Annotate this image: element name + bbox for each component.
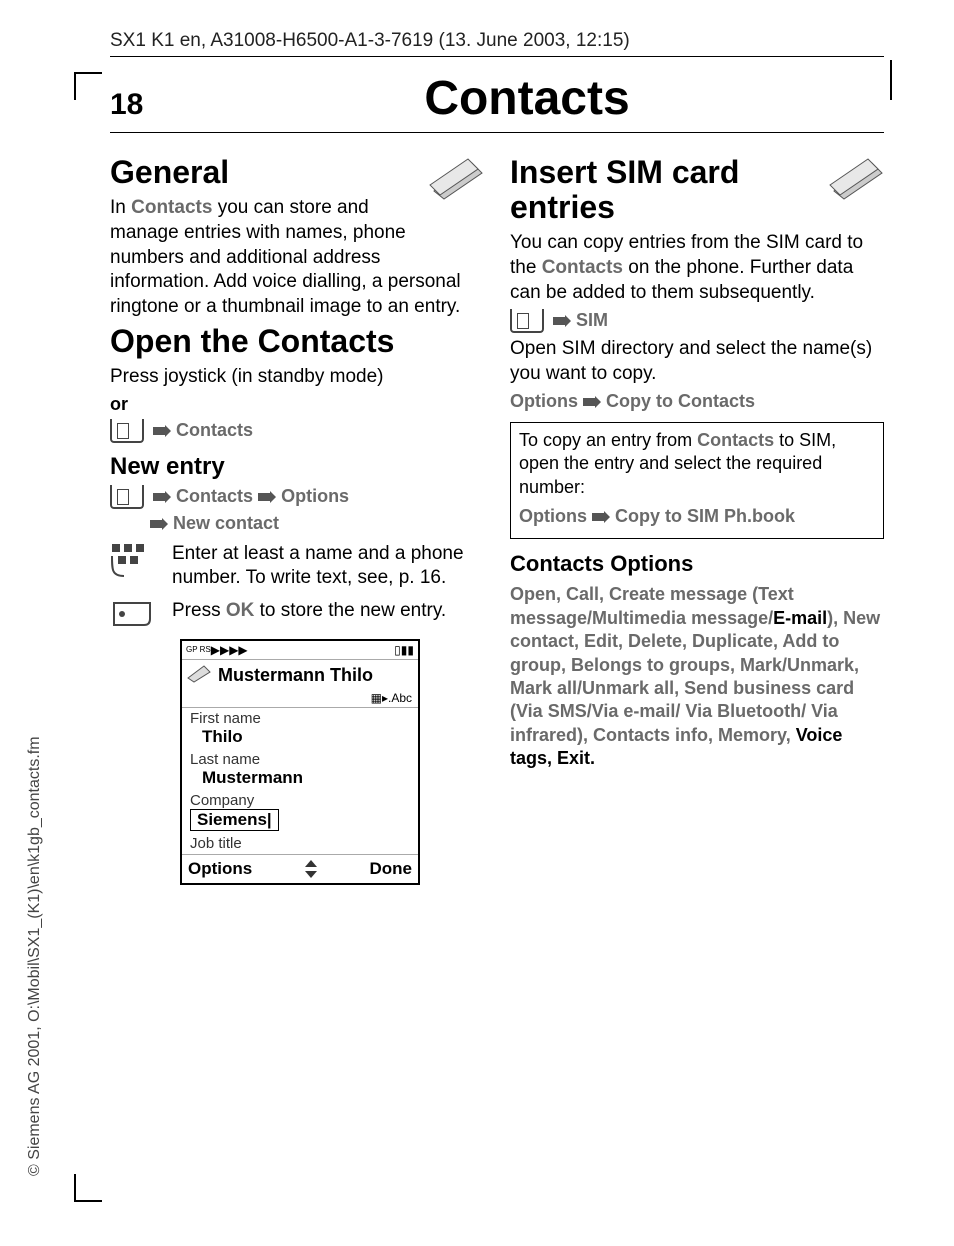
arrow-icon <box>153 491 171 503</box>
battery-indicator: ▯▮▮ <box>394 643 414 657</box>
field-label-company: Company <box>190 792 410 809</box>
contact-card-icon <box>186 662 212 689</box>
side-copyright: © Siemens AG 2001, O:\Mobil\SX1_(K1)\en\… <box>26 736 44 1176</box>
open-instruction: Press joystick (in standby mode) <box>110 365 484 390</box>
action-copy-to-contacts: Options Copy to Contacts <box>510 391 884 412</box>
contacts-options-list: Open, Call, Create message (Text message… <box>510 583 884 770</box>
arrow-icon <box>592 511 610 523</box>
menu-key-icon <box>510 309 544 333</box>
nav-new-entry-line2: New contact <box>110 513 484 534</box>
keypad-icon <box>110 542 158 591</box>
arrow-icon <box>553 315 571 327</box>
ok-key-icon <box>110 599 158 629</box>
step-press-ok: Press OK to store the new entry. <box>172 599 484 629</box>
menu-key-icon <box>110 419 144 443</box>
heading-open-contacts: Open the Contacts <box>110 324 484 359</box>
action-copy-to-sim: Options Copy to SIM Ph.book <box>519 505 875 528</box>
doc-header: SX1 K1 en, A31008-H6500-A1-3-7619 (13. J… <box>110 30 884 57</box>
or-label: or <box>110 394 484 415</box>
page-number: 18 <box>110 88 170 122</box>
arrow-icon <box>583 396 601 408</box>
step-enter-name: Enter at least a name and a phone number… <box>172 542 484 591</box>
crop-mark-tr <box>882 60 892 100</box>
arrow-icon <box>150 518 168 530</box>
field-label-firstname: First name <box>190 710 410 727</box>
arrow-icon <box>153 425 171 437</box>
field-value-lastname: Mustermann <box>190 768 410 788</box>
contacts-graphic-icon <box>828 155 884 206</box>
page-title: Contacts <box>170 71 884 126</box>
field-label-jobtitle: Job title <box>190 835 410 852</box>
open-sim-instruction: Open SIM directory and select the name(s… <box>510 337 884 386</box>
insert-sim-paragraph: You can copy entries from the SIM card t… <box>510 231 884 305</box>
menu-key-icon <box>110 485 144 509</box>
heading-contacts-options: Contacts Options <box>510 551 884 577</box>
updown-nav-icon <box>303 860 319 878</box>
softkey-options: Options <box>188 859 252 879</box>
field-value-company: Siemens| <box>190 809 279 831</box>
field-label-lastname: Last name <box>190 751 410 768</box>
phone-contact-title: Mustermann Thilo <box>218 665 373 686</box>
softkey-done: Done <box>370 859 413 879</box>
general-paragraph: In Contacts you can store and manage ent… <box>110 196 484 319</box>
nav-contacts: Contacts <box>110 419 484 443</box>
nav-new-entry-line1: Contacts Options <box>110 485 484 509</box>
arrow-icon <box>258 491 276 503</box>
crop-mark-bl <box>74 1174 102 1202</box>
crop-mark-tl <box>74 72 102 100</box>
input-mode-indicator: ▦▸.Abc <box>182 691 418 708</box>
heading-new-entry: New entry <box>110 453 484 481</box>
signal-indicator: ▶▶▶▶ <box>211 643 248 657</box>
note-text: To copy an entry from Contacts to SIM, o… <box>519 429 875 499</box>
gprs-indicator: GP RS <box>186 646 211 653</box>
note-box: To copy an entry from Contacts to SIM, o… <box>510 422 884 540</box>
contacts-graphic-icon <box>428 155 484 206</box>
field-value-firstname: Thilo <box>190 727 410 747</box>
phone-screen-mock: GP RS ▶▶▶▶ ▯▮▮ Mustermann Thilo ▦▸.Abc F… <box>180 639 420 885</box>
nav-sim: SIM <box>510 309 884 333</box>
